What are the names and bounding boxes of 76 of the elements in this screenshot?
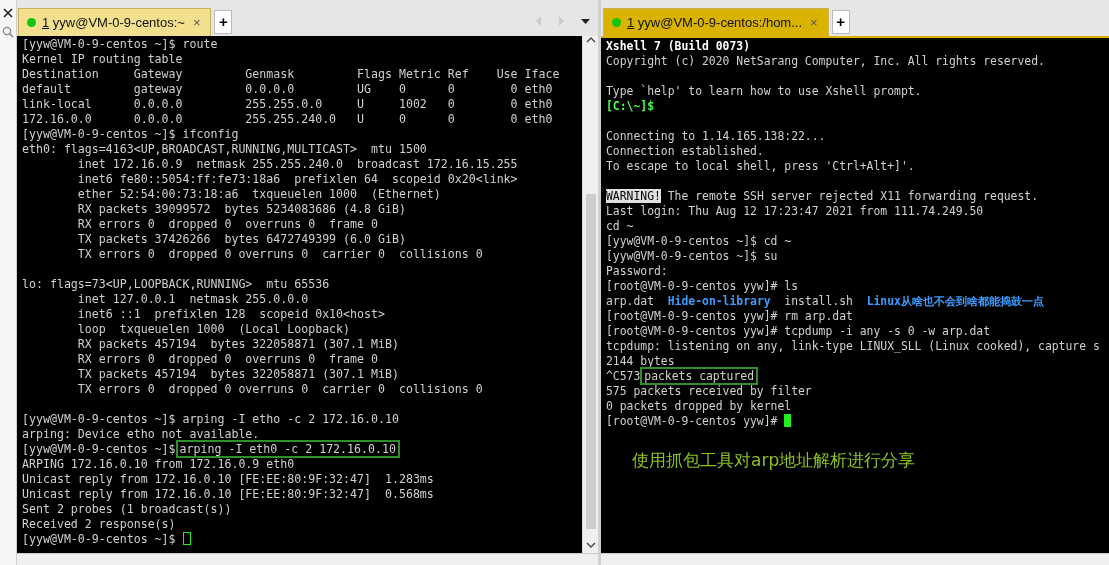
terminal-text: [root@VM-0-9-centos yyw]# xyxy=(606,414,779,428)
close-tab-button[interactable]: × xyxy=(808,12,820,33)
session-tab[interactable]: 1 yyw@VM-0-9-centos:/hom... × xyxy=(603,8,829,36)
terminal-text: Destination Gateway Genmask Flags Metric Ref Use Iface xyxy=(22,67,560,81)
terminal-text: TX errors 0 dropped 0 overruns 0 carrier 0 collisions 0 xyxy=(76,247,483,261)
terminal-text: RX errors 0 dropped 0 overruns 0 frame 0 xyxy=(76,352,378,366)
terminal-text: RX packets 457194 bytes 322058871 (307.1 MiB) xyxy=(76,337,399,351)
terminal-text: Sent 2 probes (1 broadcast(s)) xyxy=(22,502,232,516)
terminal-text: [yyw@VM-0-9-centos ~]$ arping -I etho -c 2 172.16.0.10 xyxy=(22,412,399,426)
new-tab-button[interactable]: + xyxy=(831,10,850,34)
terminal-text: eth0: flags=4163<UP,BROADCAST,RUNNING,MULTICAST> mtu 1500 xyxy=(22,142,427,156)
terminal-text: [root@VM-0-9-centos yyw]# ls xyxy=(606,279,799,293)
terminal-text: install.sh xyxy=(783,294,854,308)
terminal-text: Connecting to 1.14.165.138:22... xyxy=(606,129,826,143)
terminal-text: ether 52:54:00:73:18:a6 txqueuelen 1000 (Ethernet) xyxy=(76,187,441,201)
terminal-text: default gateway 0.0.0.0 UG 0 0 0 eth0 xyxy=(22,82,553,96)
search-icon[interactable] xyxy=(2,26,14,38)
terminal-text: Type `help' to learn how to use Xshell prompt. xyxy=(606,84,922,98)
close-icon[interactable] xyxy=(3,8,13,18)
annotation-text: 使用抓包工具对arp地址解析进行分享 xyxy=(632,453,917,468)
directory-name: Hide-on-library xyxy=(667,294,771,308)
directory-name: Linux从啥也不会到啥都能捣鼓一点 xyxy=(866,294,1044,308)
terminal-text: inet6 ::1 prefixlen 128 scopeid 0x10<host> xyxy=(76,307,385,321)
terminal-text: 0 packets dropped by kernel xyxy=(606,399,792,413)
terminal-text: Password: xyxy=(606,264,668,278)
close-tab-button[interactable]: × xyxy=(190,12,203,33)
highlighted-text: packets captured xyxy=(640,367,759,385)
status-dot-icon xyxy=(612,18,621,27)
terminal-text: [yyw@VM-0-9-centos ~]$ su xyxy=(606,249,778,263)
terminal-text: [root@VM-0-9-centos yyw]# tcpdump -i any -s 0 -w arp.dat xyxy=(606,324,991,338)
terminal-text: Received 2 response(s) xyxy=(22,517,176,531)
caret-icon[interactable] xyxy=(581,18,590,24)
terminal-text: loop txqueuelen 1000 (Local Loopback) xyxy=(76,322,351,336)
terminal-text: link-local 0.0.0.0 255.255.0.0 U 1002 0 0 eth0 xyxy=(22,97,553,111)
status-dot-icon xyxy=(27,18,36,27)
session-tab[interactable]: 1 yyw@VM-0-9-centos:~ × xyxy=(18,8,212,36)
terminal-text: inet6 fe80::5054:ff:fe73:18a6 prefixlen 64 scopeid 0x20<link> xyxy=(76,172,518,186)
terminal-text: ARPING 172.16.0.10 from 172.16.0.9 eth0 xyxy=(22,457,295,471)
terminal-text: TX packets 457194 bytes 322058871 (307.1 MiB) xyxy=(76,367,399,381)
terminal-text: Unicast reply from 172.16.0.10 [FE:EE:80:9F:32:47] 0.568ms xyxy=(22,487,434,501)
local-prompt: [C:\~]$ xyxy=(606,99,654,113)
terminal-text: [yyw@VM-0-9-centos ~]$ route xyxy=(22,37,218,51)
terminal-text: Unicast reply from 172.16.0.10 [FE:EE:80:9F:32:47] 1.283ms xyxy=(22,472,434,486)
terminal-text: 172.16.0.0 0.0.0.0 255.255.240.0 U 0 0 0 eth0 xyxy=(22,112,553,126)
highlighted-text: arping -I eth0 -c 2 172.16.0.10 xyxy=(175,440,400,458)
terminal-text: To escape to local shell, press 'Ctrl+Alt+]'. xyxy=(606,159,915,173)
terminal-text: [yyw@VM-0-9-centos ~]$ xyxy=(22,442,176,456)
terminal-text: TX packets 37426266 bytes 6472749399 (6.0 GiB) xyxy=(76,232,406,246)
terminal-text: Xshell 7 (Build 0073) xyxy=(606,39,750,53)
terminal-text: TX errors 0 dropped 0 overruns 0 carrier 0 collisions 0 xyxy=(76,382,483,396)
terminal-text: Last login: Thu Aug 12 17:23:47 2021 from 111.74.249.50 xyxy=(606,204,984,218)
terminal-text: [root@VM-0-9-centos yyw]# rm arp.dat xyxy=(606,309,853,323)
terminal-text: Kernel IP routing table xyxy=(22,52,183,66)
new-tab-button[interactable]: + xyxy=(214,10,233,34)
terminal-text: lo: flags=73<UP,LOOPBACK,RUNNING> mtu 65536 xyxy=(22,277,330,291)
terminal-text: [yyw@VM-0-9-centos ~]$ cd ~ xyxy=(606,234,792,248)
cursor xyxy=(182,532,191,545)
terminal-text: RX packets 39099572 bytes 5234083686 (4.8 GiB) xyxy=(76,202,406,216)
terminal-text: tcpdump: listening on any, link-type LINUX_SLL (Linux cooked), capture s xyxy=(606,339,1100,353)
cursor xyxy=(784,414,792,427)
terminal-text: arping: Device etho not available. xyxy=(22,427,260,441)
terminal-text: 2144 bytes xyxy=(606,354,675,368)
warning-label: WARNING! xyxy=(606,189,661,203)
terminal-text: RX errors 0 dropped 0 overruns 0 frame 0 xyxy=(76,217,378,231)
terminal-text: arp.dat xyxy=(606,294,655,308)
scrollbar-thumb[interactable] xyxy=(585,194,596,529)
terminal-text: 575 packets received by filter xyxy=(606,384,812,398)
terminal-text: cd ~ xyxy=(606,219,634,233)
terminal-text: inet 172.16.0.9 netmask 255.255.240.0 broadcast 172.16.15.255 xyxy=(76,157,518,171)
terminal-text: ^C573 xyxy=(606,369,641,383)
terminal-text: Copyright (c) 2020 NetSarang Computer, Inc. All rights reserved. xyxy=(606,54,1045,68)
terminal-text: [yyw@VM-0-9-centos ~]$ ifconfig xyxy=(22,127,239,141)
terminal-text: inet 127.0.0.1 netmask 255.0.0.0 xyxy=(76,292,309,306)
terminal-text: Connection established. xyxy=(606,144,764,158)
terminal-text: The remote SSH server rejected X11 forwarding request. xyxy=(666,189,1039,203)
terminal-text: [yyw@VM-0-9-centos ~]$ xyxy=(22,532,177,546)
